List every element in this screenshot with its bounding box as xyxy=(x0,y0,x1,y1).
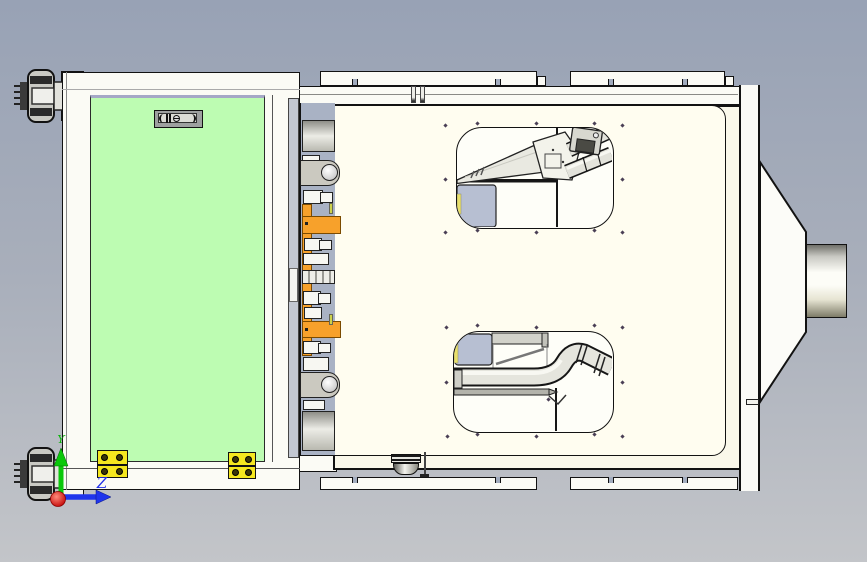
sensor-sliver xyxy=(329,314,333,325)
upper-cutout[interactable] xyxy=(456,127,614,229)
strip-clamp-tab xyxy=(320,192,333,203)
door-handle[interactable] xyxy=(154,110,203,128)
axis-origin-sphere[interactable] xyxy=(50,491,66,507)
bottom-pin-foot xyxy=(420,474,429,477)
handle-bar xyxy=(169,114,171,123)
corner-plate[interactable] xyxy=(454,333,493,366)
machine-top-band[interactable] xyxy=(297,86,740,105)
sensor-sliver xyxy=(457,193,462,215)
rail-notch xyxy=(495,79,501,86)
door-side-strip-inset xyxy=(289,268,298,302)
strip-clamp-tab xyxy=(318,293,331,304)
latch-mark xyxy=(548,394,567,406)
funnel-pin xyxy=(746,399,759,405)
strip-cylinder-top[interactable] xyxy=(302,120,335,152)
corner-plate[interactable] xyxy=(457,184,497,227)
strip-clamp xyxy=(304,307,322,319)
rail-notch xyxy=(608,79,614,86)
clamp-orange-bar-upper[interactable] xyxy=(302,216,341,234)
top-rail-right-step xyxy=(725,76,734,86)
strip-bracket-roller xyxy=(321,164,338,181)
rail-notch xyxy=(495,477,501,483)
door-inner-line xyxy=(272,95,273,462)
hinge-screw xyxy=(245,469,252,476)
strip-clamp xyxy=(303,253,329,265)
under-bar xyxy=(454,388,550,396)
locator-pin xyxy=(411,86,416,103)
handle-screw xyxy=(173,114,180,122)
machine-top-band-line xyxy=(299,94,738,95)
strip-clamp xyxy=(303,357,329,371)
axis-y-label: Y xyxy=(57,433,66,446)
rail-notch xyxy=(352,477,358,483)
block-bolt xyxy=(551,148,555,152)
bottom-clamp-cylinder xyxy=(393,463,419,475)
hinge-screw xyxy=(245,455,252,463)
door-frame-top-line xyxy=(62,89,300,90)
hinge-split-line xyxy=(229,465,255,467)
sensor-sliver xyxy=(454,343,459,364)
lower-tube-mechanism[interactable] xyxy=(454,332,612,431)
valve-box[interactable] xyxy=(569,128,603,156)
strip-pin-cluster xyxy=(302,270,335,284)
bottom-clamp[interactable] xyxy=(391,454,421,463)
machine-bottom-band[interactable] xyxy=(297,455,337,472)
axis-y-arrowhead xyxy=(53,447,69,467)
rail-notch xyxy=(682,79,688,86)
bolt-dot xyxy=(305,328,308,331)
axis-z-label: Z xyxy=(96,474,108,492)
tube-end-flange xyxy=(454,369,463,389)
hinge-screw xyxy=(232,455,239,463)
rail-notch xyxy=(352,79,358,86)
door-glass-panel[interactable] xyxy=(90,95,265,462)
axis-z-arrowhead xyxy=(95,489,112,505)
hinge-screw xyxy=(232,469,239,476)
handle-bracket-left xyxy=(159,114,164,123)
upper-nozzle-mechanism[interactable] xyxy=(457,128,612,227)
cap-strip xyxy=(491,332,548,345)
strip-clamp xyxy=(303,400,325,410)
funnel-body[interactable] xyxy=(759,158,807,406)
strip-cylinder-bottom[interactable] xyxy=(302,411,335,451)
top-rail-right[interactable] xyxy=(570,71,725,86)
bottom-rail-right[interactable] xyxy=(570,477,738,490)
door-hinge-right[interactable] xyxy=(228,452,256,479)
sensor-sliver xyxy=(329,203,333,214)
inner-rod xyxy=(495,347,545,366)
lower-cutout[interactable] xyxy=(453,331,614,433)
strip-clamp-tab xyxy=(319,240,332,250)
top-rail-left-step xyxy=(537,76,546,86)
block-bolt xyxy=(561,160,565,164)
exhaust-duct-cylinder[interactable] xyxy=(806,244,847,318)
rail-notch xyxy=(682,477,688,483)
rail-notch xyxy=(608,477,614,483)
bolt-dot xyxy=(305,222,308,225)
locator-pin xyxy=(420,86,425,103)
cad-viewport[interactable]: Y Z xyxy=(0,0,867,562)
strip-bracket-roller xyxy=(321,376,338,393)
axis-triad[interactable]: Y Z xyxy=(34,428,118,514)
handle-bar xyxy=(166,114,168,123)
strip-clamp-tab xyxy=(318,343,331,353)
